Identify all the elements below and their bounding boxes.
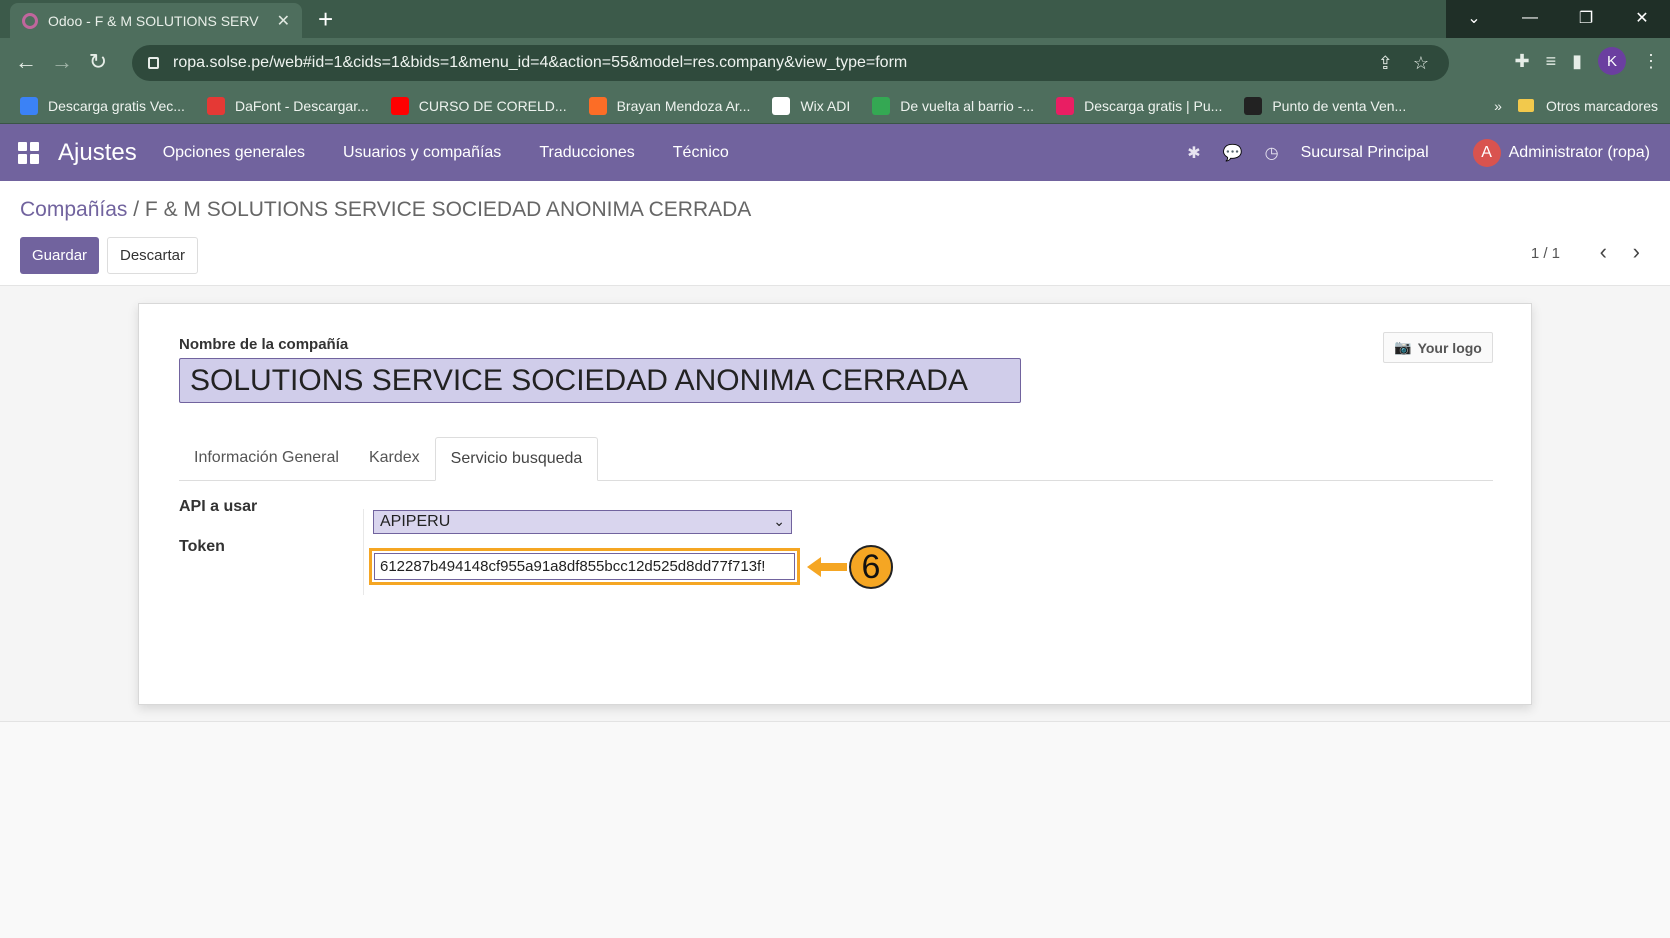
address-bar[interactable]: ropa.solse.pe/web#id=1&cids=1&bids=1&men… <box>132 45 1449 81</box>
forward-icon[interactable]: → <box>48 48 76 76</box>
new-tab-icon[interactable]: + <box>318 4 333 35</box>
bookmark-favicon-icon <box>588 96 607 115</box>
browser-tab[interactable]: Odoo - F & M SOLUTIONS SERV ✕ <box>10 3 302 38</box>
bookmark-favicon-icon <box>1056 96 1075 115</box>
user-name: Administrator (ropa) <box>1508 143 1650 161</box>
bookmark-favicon-icon <box>20 96 38 115</box>
bookmark-item[interactable]: Descarga gratis Vec... <box>20 96 185 115</box>
browser-menu-icon[interactable]: ⋮ <box>1642 51 1660 72</box>
close-tab-icon[interactable]: ✕ <box>277 11 290 31</box>
tab-informacion-general[interactable]: Información General <box>179 437 354 480</box>
bookmarks-bar: Descarga gratis Vec... DaFont - Descarga… <box>0 88 1670 124</box>
back-icon[interactable]: ← <box>12 48 40 76</box>
bookmark-item[interactable]: Punto de venta Ven... <box>1244 96 1406 115</box>
api-select-value: APIPERU <box>380 513 451 530</box>
step-number-badge: 6 <box>849 545 893 589</box>
reading-list-icon[interactable]: ≡ <box>1546 51 1557 72</box>
bookmark-favicon-icon <box>772 96 791 115</box>
bookmark-favicon-icon <box>390 96 409 115</box>
pager-previous-icon[interactable]: ‹ <box>1600 239 1607 265</box>
bookmark-item[interactable]: CURSO DE CORELD... <box>390 96 567 115</box>
odoo-navbar: Ajustes Opciones generales Usuarios y co… <box>0 124 1670 181</box>
browser-toolbar: ← → ↻ ropa.solse.pe/web#id=1&cids=1&bids… <box>0 38 1670 88</box>
avatar: A <box>1472 138 1501 167</box>
more-bookmarks-icon[interactable]: » <box>1494 98 1502 114</box>
token-field[interactable] <box>374 553 795 580</box>
profile-avatar[interactable]: K <box>1598 47 1626 75</box>
bookmark-item[interactable]: Descarga gratis | Pu... <box>1056 96 1222 115</box>
restore-icon[interactable]: ❐ <box>1558 0 1614 36</box>
messages-icon[interactable]: 💬 <box>1223 143 1243 163</box>
minimize-icon[interactable]: — <box>1502 0 1558 36</box>
save-button[interactable]: Guardar <box>20 237 100 274</box>
token-label: Token <box>179 538 225 555</box>
bookmark-item[interactable]: DaFont - Descargar... <box>206 96 369 115</box>
other-bookmarks[interactable]: Otros marcadores <box>1517 98 1658 114</box>
bookmark-item[interactable]: Brayan Mendoza Ar... <box>588 96 750 115</box>
apps-menu-icon[interactable] <box>18 141 40 164</box>
company-name-label: Nombre de la compañía <box>179 336 349 353</box>
bookmark-favicon-icon <box>872 96 891 115</box>
url-text: ropa.solse.pe/web#id=1&cids=1&bids=1&men… <box>173 54 908 71</box>
tab-kardex[interactable]: Kardex <box>354 437 435 480</box>
extensions-icon[interactable]: ✚ <box>1514 51 1529 72</box>
menu-traducciones[interactable]: Traducciones <box>539 144 634 162</box>
token-highlight <box>369 548 800 585</box>
bookmark-favicon-icon <box>206 96 225 115</box>
pager-next-icon[interactable]: › <box>1633 239 1640 265</box>
bookmark-item[interactable]: Wix ADI <box>772 96 850 115</box>
bookmark-favicon-icon <box>1244 96 1263 115</box>
form-sheet: Nombre de la compañía 📷 Your logo Inform… <box>138 303 1532 705</box>
chevron-down-icon: ⌄ <box>773 513 785 529</box>
tab-search-icon[interactable]: ⌄ <box>1446 0 1502 36</box>
menu-tecnico[interactable]: Técnico <box>673 144 729 162</box>
bookmark-item[interactable]: De vuelta al barrio -... <box>872 96 1034 115</box>
close-window-icon[interactable]: ✕ <box>1614 0 1670 36</box>
discard-button[interactable]: Descartar <box>107 237 199 274</box>
app-name[interactable]: Ajustes <box>58 139 137 167</box>
reload-icon[interactable]: ↻ <box>84 48 112 76</box>
menu-usuarios-companias[interactable]: Usuarios y compañías <box>343 144 501 162</box>
share-icon[interactable]: ⇪ <box>1378 53 1393 74</box>
pager-counter: 1 / 1 <box>1530 245 1560 262</box>
side-panel-icon[interactable]: ▮ <box>1572 51 1582 72</box>
lock-icon <box>148 57 159 69</box>
api-select[interactable]: APIPERU ⌄ <box>373 510 792 534</box>
breadcrumb-companias[interactable]: Compañías <box>20 198 127 221</box>
browser-tab-strip: Odoo - F & M SOLUTIONS SERV ✕ + ⌄ — ❐ ✕ <box>0 0 1670 38</box>
tab-servicio-busqueda[interactable]: Servicio busqueda <box>434 437 599 481</box>
your-logo-button[interactable]: 📷 Your logo <box>1383 332 1493 363</box>
form-tabs: Información General Kardex Servicio busq… <box>179 437 1493 481</box>
tab-title: Odoo - F & M SOLUTIONS SERV <box>48 12 259 29</box>
control-panel: Compañías / F & M SOLUTIONS SERVICE SOCI… <box>0 181 1670 286</box>
debug-bug-icon[interactable]: ✱ <box>1187 143 1200 163</box>
field-divider <box>363 509 364 595</box>
user-menu[interactable]: A Administrator (ropa) <box>1472 138 1650 167</box>
breadcrumb: Compañías / F & M SOLUTIONS SERVICE SOCI… <box>20 198 751 222</box>
breadcrumb-current: F & M SOLUTIONS SERVICE SOCIEDAD ANONIMA… <box>144 198 752 221</box>
menu-opciones-generales[interactable]: Opciones generales <box>163 144 305 162</box>
api-label: API a usar <box>179 498 258 515</box>
odoo-favicon-icon <box>22 12 38 29</box>
breadcrumb-separator: / <box>127 198 145 221</box>
folder-icon <box>1517 99 1534 112</box>
activities-clock-icon[interactable]: ◷ <box>1265 143 1279 163</box>
branch-switcher[interactable]: Sucursal Principal <box>1301 144 1429 162</box>
annotation-arrow-icon <box>807 557 847 577</box>
camera-icon: 📷 <box>1394 339 1412 355</box>
company-name-field[interactable] <box>179 358 1021 403</box>
bookmark-star-icon[interactable]: ☆ <box>1413 53 1429 74</box>
window-controls: ⌄ — ❐ ✕ <box>1446 0 1670 38</box>
